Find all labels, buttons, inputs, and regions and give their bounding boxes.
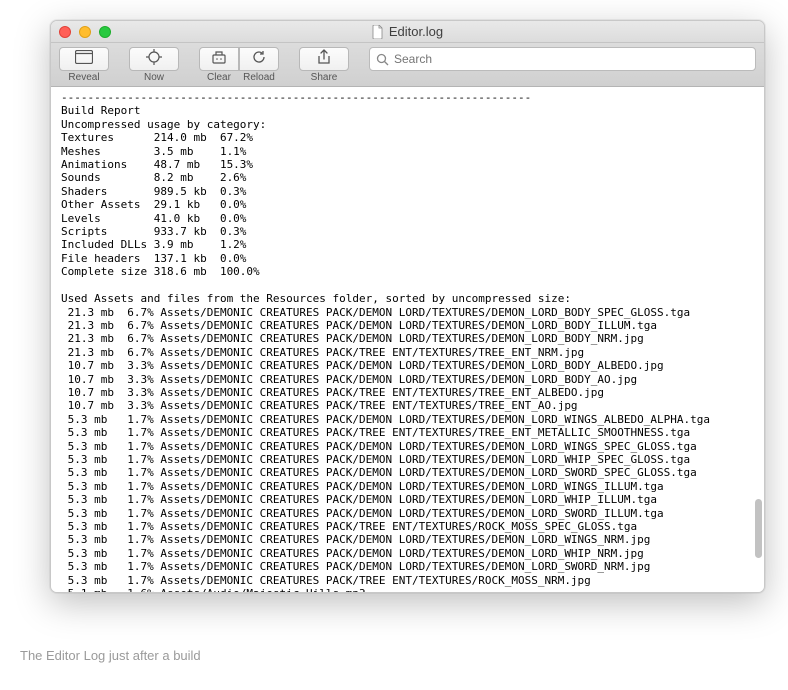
figure-caption: The Editor Log just after a build <box>20 648 768 663</box>
reload-label: Reload <box>239 72 279 83</box>
search-field[interactable] <box>369 47 756 71</box>
scrollbar-thumb[interactable] <box>755 499 762 559</box>
window-icon <box>75 50 93 69</box>
close-button[interactable] <box>59 26 71 38</box>
toolbar: Reveal Now <box>51 43 764 87</box>
titlebar[interactable]: Editor.log <box>51 21 764 43</box>
reload-button[interactable] <box>239 47 279 71</box>
now-button[interactable] <box>129 47 179 71</box>
clear-label: Clear <box>199 72 239 83</box>
target-icon <box>146 49 162 70</box>
document-icon <box>372 25 384 39</box>
window-title-text: Editor.log <box>389 24 443 39</box>
share-button[interactable] <box>299 47 349 71</box>
console-window: Editor.log Reveal Now <box>50 20 765 593</box>
share-label: Share <box>311 72 338 83</box>
now-label: Now <box>144 72 164 83</box>
search-input[interactable] <box>394 52 749 66</box>
scrollbar[interactable] <box>755 91 762 588</box>
search-icon <box>376 53 389 66</box>
reveal-button[interactable] <box>59 47 109 71</box>
maximize-button[interactable] <box>99 26 111 38</box>
reload-icon <box>252 50 266 69</box>
window-title: Editor.log <box>51 24 764 39</box>
share-icon <box>317 49 331 70</box>
reveal-label: Reveal <box>68 72 99 83</box>
clear-icon <box>211 50 227 69</box>
clear-button[interactable] <box>199 47 239 71</box>
log-content[interactable]: ----------------------------------------… <box>51 87 764 592</box>
minimize-button[interactable] <box>79 26 91 38</box>
traffic-lights <box>59 26 111 38</box>
